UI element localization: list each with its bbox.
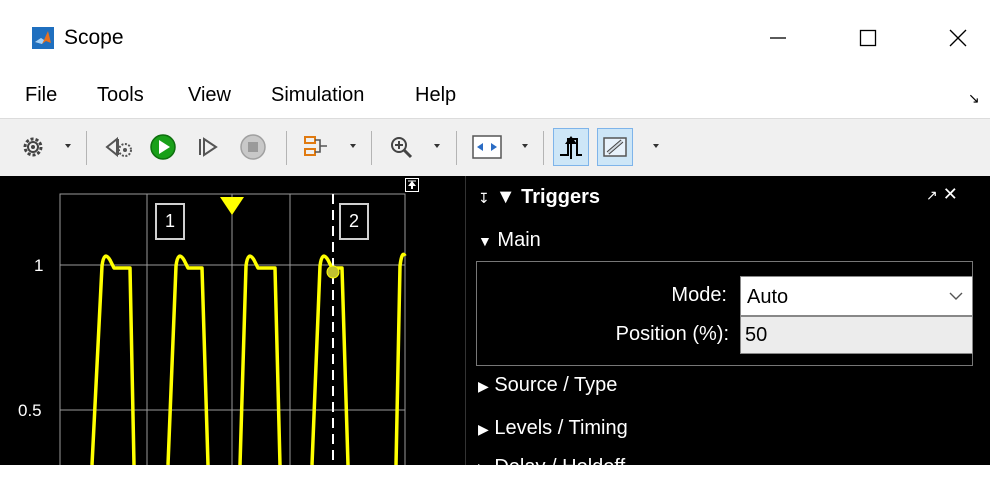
mode-value: Auto (747, 286, 789, 308)
scale-axes-button[interactable] (470, 131, 504, 163)
step-forward-button[interactable] (192, 131, 222, 163)
chevron-down-icon (949, 292, 963, 300)
pin-icon[interactable]: ↧ (478, 190, 490, 206)
y-tick-label: 1 (34, 256, 44, 275)
position-value: 50 (745, 324, 768, 346)
close-panel-icon[interactable]: ✕ (943, 184, 958, 204)
maximize-icon (859, 29, 877, 47)
menu-bar: File Tools View Simulation Help ↘ (0, 78, 990, 114)
signal-trace (90, 252, 407, 465)
dropdown-arrow-icon[interactable] (520, 141, 530, 151)
stop-button[interactable] (236, 131, 270, 163)
measurements-icon (603, 137, 627, 157)
menu-simulation[interactable]: Simulation (271, 84, 364, 107)
step-back-icon (105, 136, 132, 158)
toolbar-separator (543, 131, 544, 165)
zoom-in-button[interactable] (386, 131, 416, 163)
plot-canvas (59, 193, 407, 465)
mode-select[interactable]: Auto (740, 276, 973, 316)
main-settings-group: Mode: Auto Position (%): 50 (476, 261, 973, 366)
scope-plot[interactable]: 1 2 1 0.5 (0, 176, 465, 465)
toolbar-separator (86, 131, 87, 165)
menu-file[interactable]: File (25, 84, 57, 107)
position-input[interactable]: 50 (740, 316, 973, 354)
scale-axes-icon (472, 135, 502, 159)
toolbar (0, 118, 990, 178)
minimize-button[interactable] (755, 18, 801, 58)
signal-selection-icon (304, 136, 327, 156)
section-delay-holdoff[interactable]: ▶ Delay / Holdoff (478, 456, 625, 479)
section-source-type[interactable]: ▶ Source / Type (478, 374, 617, 397)
matlab-icon (32, 27, 54, 49)
stop-icon (240, 134, 266, 160)
trigger-position-marker[interactable] (220, 197, 244, 215)
close-icon (949, 29, 967, 47)
settings-icon (23, 137, 43, 157)
section-main[interactable]: ▼ Main (478, 229, 541, 252)
run-button[interactable] (146, 131, 180, 163)
undock-icon[interactable] (405, 178, 419, 192)
toolbar-separator (286, 131, 287, 165)
collapsed-arrow-icon: ▶ (478, 460, 489, 476)
dropdown-arrow-icon[interactable] (63, 141, 73, 151)
panel-header[interactable]: ↧ ▼ Triggers (478, 186, 600, 209)
window-title: Scope (64, 26, 124, 49)
collapsed-arrow-icon: ▶ (478, 421, 489, 437)
mode-label: Mode: (671, 284, 727, 306)
toolbar-separator (456, 131, 457, 165)
toolbar-separator (371, 131, 372, 165)
dropdown-arrow-icon[interactable] (432, 141, 442, 151)
step-back-button[interactable] (102, 131, 136, 163)
collapse-arrow-icon: ▼ (495, 186, 516, 208)
expand-arrow-icon[interactable]: ↘ (968, 90, 980, 107)
signal-selection-button[interactable] (300, 131, 332, 163)
close-button[interactable] (935, 18, 981, 58)
step-forward-icon (199, 137, 218, 157)
title-bar: Scope (0, 0, 990, 78)
triggers-icon (560, 136, 582, 159)
run-icon (150, 134, 176, 160)
menu-view[interactable]: View (188, 84, 231, 107)
position-label: Position (%): (615, 323, 729, 345)
cursor-point (326, 265, 340, 279)
dropdown-arrow-icon[interactable] (348, 141, 358, 151)
maximize-button[interactable] (845, 18, 891, 58)
panel-title: Triggers (521, 186, 601, 208)
menu-tools[interactable]: Tools (97, 84, 144, 107)
menu-help[interactable]: Help (415, 84, 456, 107)
settings-button[interactable] (20, 131, 46, 163)
triggers-button[interactable] (553, 128, 589, 166)
marker-2-label: 2 (349, 211, 360, 231)
section-levels-timing[interactable]: ▶ Levels / Timing (478, 417, 628, 440)
marker-2-box[interactable]: 2 (339, 203, 369, 240)
minimize-icon (770, 37, 786, 39)
undock-panel-icon[interactable]: ↗ (926, 187, 938, 203)
triggers-panel: ↧ ▼ Triggers ↗ ✕ ▼ Main Mode: Auto Positi… (465, 176, 990, 478)
collapsed-arrow-icon: ▶ (478, 378, 489, 394)
measurements-button[interactable] (597, 128, 633, 166)
y-tick-label: 0.5 (18, 401, 42, 420)
marker-1-box[interactable]: 1 (155, 203, 185, 240)
expanded-arrow-icon: ▼ (478, 233, 492, 249)
dropdown-arrow-icon[interactable] (651, 141, 661, 151)
marker-1-label: 1 (165, 211, 176, 231)
zoom-in-icon (391, 137, 413, 159)
